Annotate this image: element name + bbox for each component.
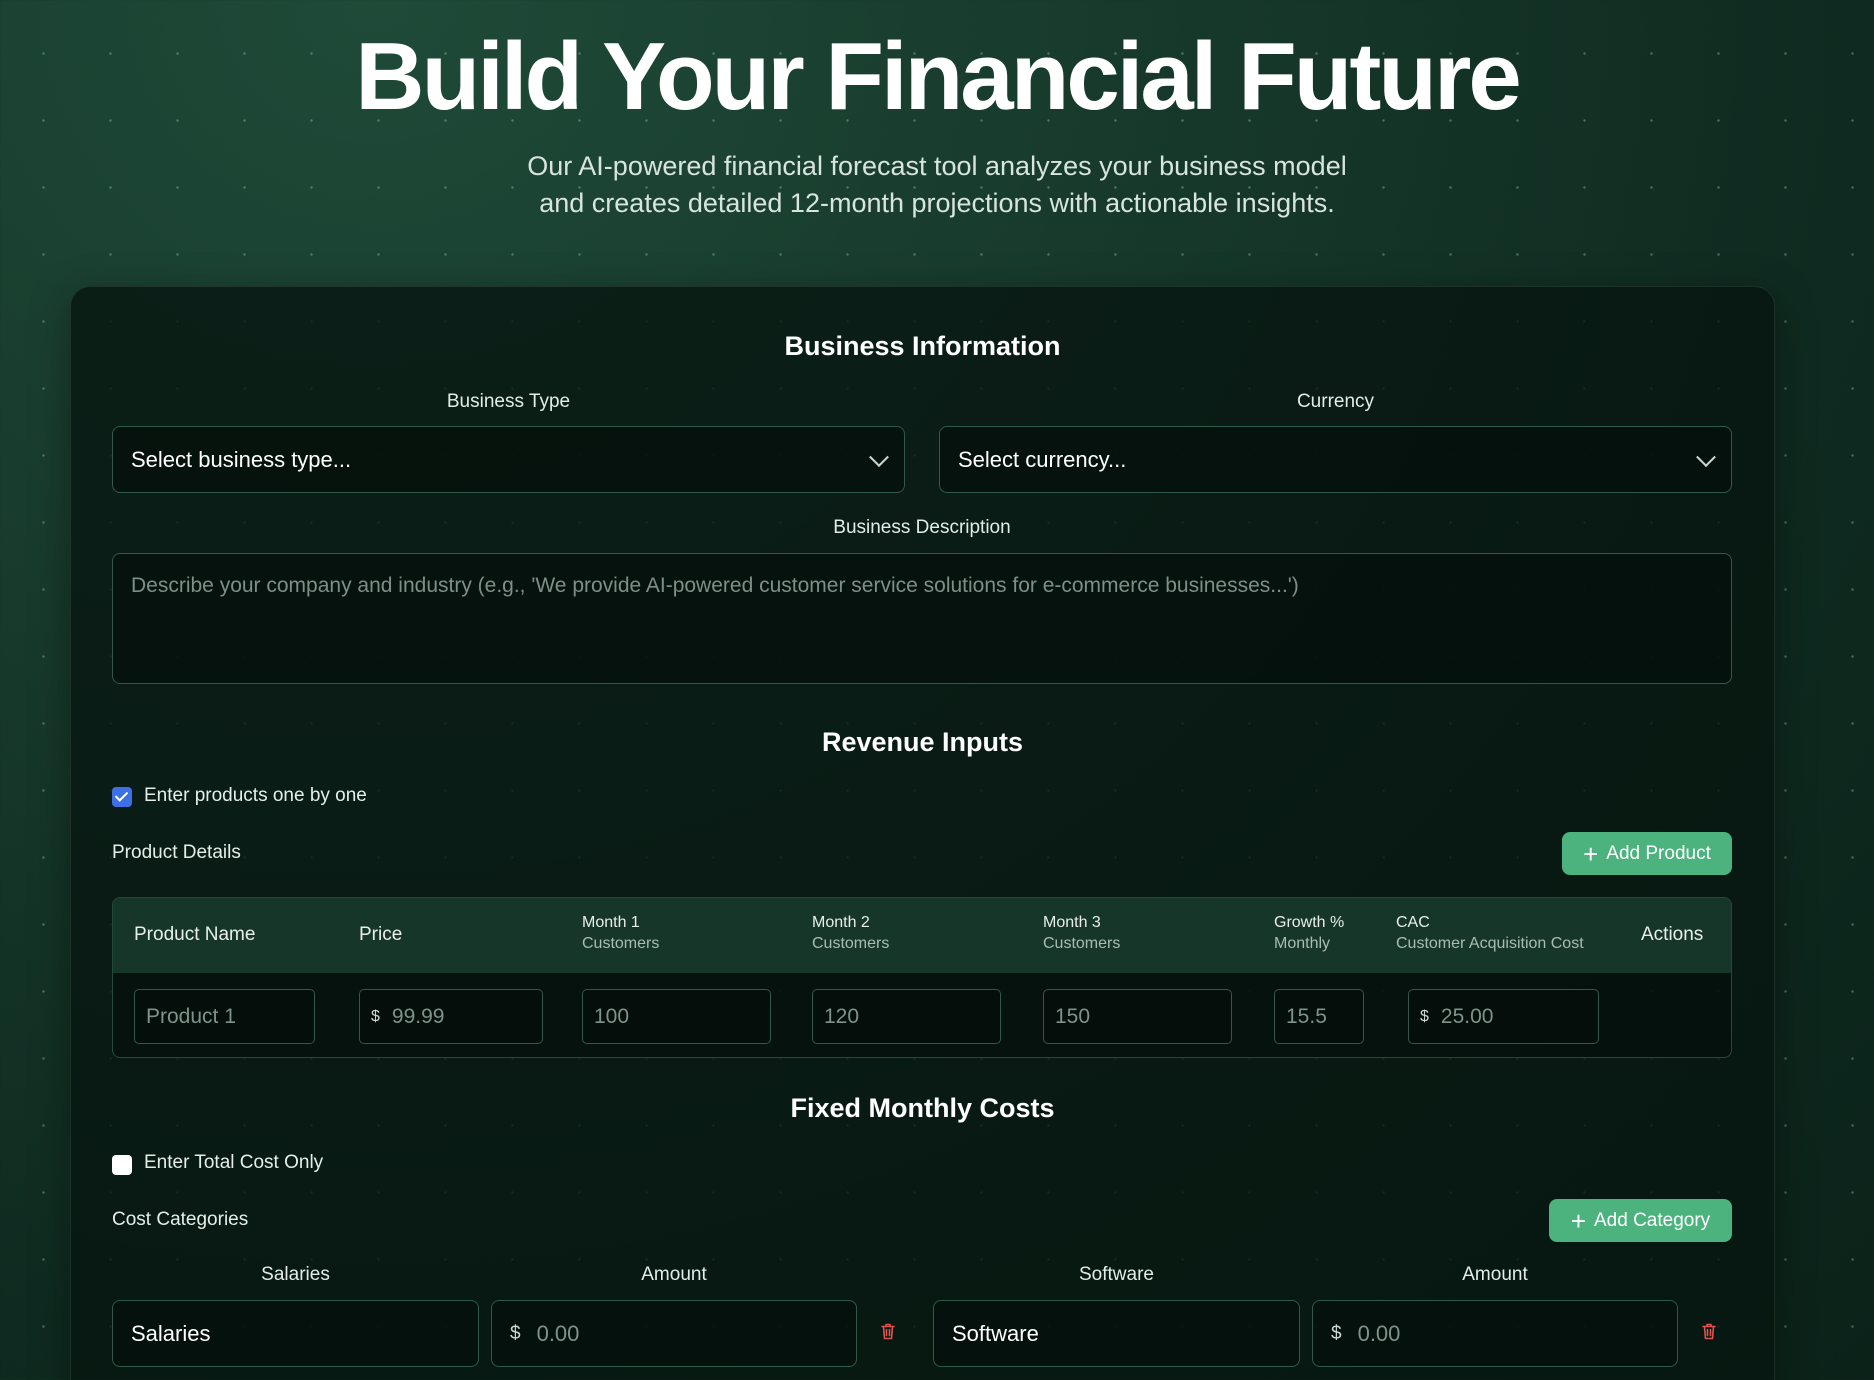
plus-icon: + xyxy=(1583,838,1599,869)
column-header-month1: Month 1 Customers xyxy=(582,914,659,953)
growth-input[interactable]: 15.5 xyxy=(1274,989,1364,1044)
business-description-label: Business Description xyxy=(833,517,1011,538)
cac-title: CAC xyxy=(1396,914,1430,931)
hero-subtitle: Our AI-powered financial forecast tool a… xyxy=(437,148,1437,222)
column-header-product-name: Product Name xyxy=(134,924,256,945)
price-input[interactable]: $ 99.99 xyxy=(359,989,543,1044)
trash-icon[interactable] xyxy=(1702,1323,1716,1340)
product-name-input[interactable]: Product 1 xyxy=(134,989,315,1044)
add-product-label: Add Product xyxy=(1606,842,1711,864)
add-category-button[interactable]: + Add Category xyxy=(1549,1199,1732,1242)
add-category-label: Add Category xyxy=(1594,1209,1711,1231)
month3-placeholder: 150 xyxy=(1055,1004,1091,1028)
cost-categories-label: Cost Categories xyxy=(112,1209,249,1230)
cac-placeholder: 25.00 xyxy=(1440,1004,1494,1028)
business-type-value: Select business type... xyxy=(131,446,352,472)
cac-input[interactable]: $ 25.00 xyxy=(1408,989,1599,1044)
category-software-amount-label: Amount xyxy=(1462,1264,1528,1285)
chevron-down-icon xyxy=(1696,446,1716,467)
currency-label: Currency xyxy=(1296,391,1375,412)
total-cost-only-label: Enter Total Cost Only xyxy=(144,1152,324,1173)
plus-icon: + xyxy=(1570,1205,1586,1236)
business-description-placeholder: Describe your company and industry (e.g.… xyxy=(131,574,1299,597)
products-table-header: Product Name Price Month 1 Customers Mon… xyxy=(113,898,1731,973)
forecast-form-card: Business Information Business Type Selec… xyxy=(70,286,1775,1380)
business-description-textarea[interactable]: Describe your company and industry (e.g.… xyxy=(112,553,1732,684)
column-header-price: Price xyxy=(359,924,403,945)
growth-placeholder: 15.5 xyxy=(1286,1004,1327,1028)
category-salaries-label: Salaries xyxy=(261,1264,330,1285)
growth-title: Growth % xyxy=(1274,914,1345,931)
category-software-name-input[interactable]: Software xyxy=(933,1300,1300,1367)
fixed-monthly-costs-title: Fixed Monthly Costs xyxy=(790,1093,1055,1123)
enter-products-checkbox[interactable] xyxy=(112,787,132,807)
revenue-inputs-title: Revenue Inputs xyxy=(821,727,1024,757)
month2-title: Month 2 xyxy=(812,914,870,931)
category-salaries-name-value: Salaries xyxy=(131,1320,211,1346)
column-header-month2: Month 2 Customers xyxy=(812,914,889,953)
business-type-label: Business Type xyxy=(446,391,571,412)
month1-title: Month 1 xyxy=(582,914,640,931)
cac-currency-symbol: $ xyxy=(1420,1007,1429,1025)
month1-customers-input[interactable]: 100 xyxy=(582,989,771,1044)
category-salaries-name-input[interactable]: Salaries xyxy=(112,1300,479,1367)
hero-title: Build Your Financial Future xyxy=(355,23,1522,130)
month1-subtitle: Customers xyxy=(582,935,660,952)
currency-symbol: $ xyxy=(1331,1322,1342,1344)
total-cost-only-checkbox[interactable] xyxy=(112,1155,132,1175)
month2-customers-input[interactable]: 120 xyxy=(812,989,1001,1044)
growth-subtitle: Monthly xyxy=(1274,935,1331,952)
chevron-down-icon xyxy=(869,446,889,467)
trash-icon[interactable] xyxy=(881,1323,895,1340)
category-software-amount-placeholder: 0.00 xyxy=(1357,1320,1401,1346)
month2-subtitle: Customers xyxy=(812,935,890,952)
price-currency-symbol: $ xyxy=(371,1007,380,1025)
category-software-name-value: Software xyxy=(952,1320,1039,1346)
currency-select[interactable]: Select currency... xyxy=(939,426,1732,493)
month3-title: Month 3 xyxy=(1043,914,1101,931)
column-header-actions: Actions xyxy=(1641,924,1704,945)
category-software-amount-input[interactable]: $ 0.00 xyxy=(1312,1300,1678,1367)
hero-subtitle-line1: Our AI-powered financial forecast tool a… xyxy=(527,151,1347,181)
month1-placeholder: 100 xyxy=(594,1004,630,1028)
month3-subtitle: Customers xyxy=(1043,935,1121,952)
column-header-growth: Growth % Monthly xyxy=(1274,914,1344,953)
business-information-title: Business Information xyxy=(784,331,1061,361)
products-table: Product Name Price Month 1 Customers Mon… xyxy=(112,897,1732,1058)
month2-placeholder: 120 xyxy=(824,1004,860,1028)
currency-value: Select currency... xyxy=(958,446,1127,472)
month3-customers-input[interactable]: 150 xyxy=(1043,989,1232,1044)
enter-products-label: Enter products one by one xyxy=(144,785,367,806)
currency-symbol: $ xyxy=(510,1322,521,1344)
category-salaries-amount-label: Amount xyxy=(641,1264,707,1285)
price-placeholder: 99.99 xyxy=(391,1004,445,1028)
column-header-cac: CAC Customer Acquisition Cost xyxy=(1396,914,1584,953)
column-header-month3: Month 3 Customers xyxy=(1043,914,1120,953)
product-details-label: Product Details xyxy=(112,842,241,863)
business-type-select[interactable]: Select business type... xyxy=(112,426,905,493)
cac-subtitle: Customer Acquisition Cost xyxy=(1396,935,1584,952)
category-salaries-amount-placeholder: 0.00 xyxy=(536,1320,580,1346)
add-product-button[interactable]: + Add Product xyxy=(1562,832,1732,875)
category-software-label: Software xyxy=(1079,1264,1154,1285)
product-name-placeholder: Product 1 xyxy=(146,1004,236,1028)
category-salaries-amount-input[interactable]: $ 0.00 xyxy=(491,1300,857,1367)
hero-subtitle-line2: and creates detailed 12-month projection… xyxy=(539,188,1335,218)
